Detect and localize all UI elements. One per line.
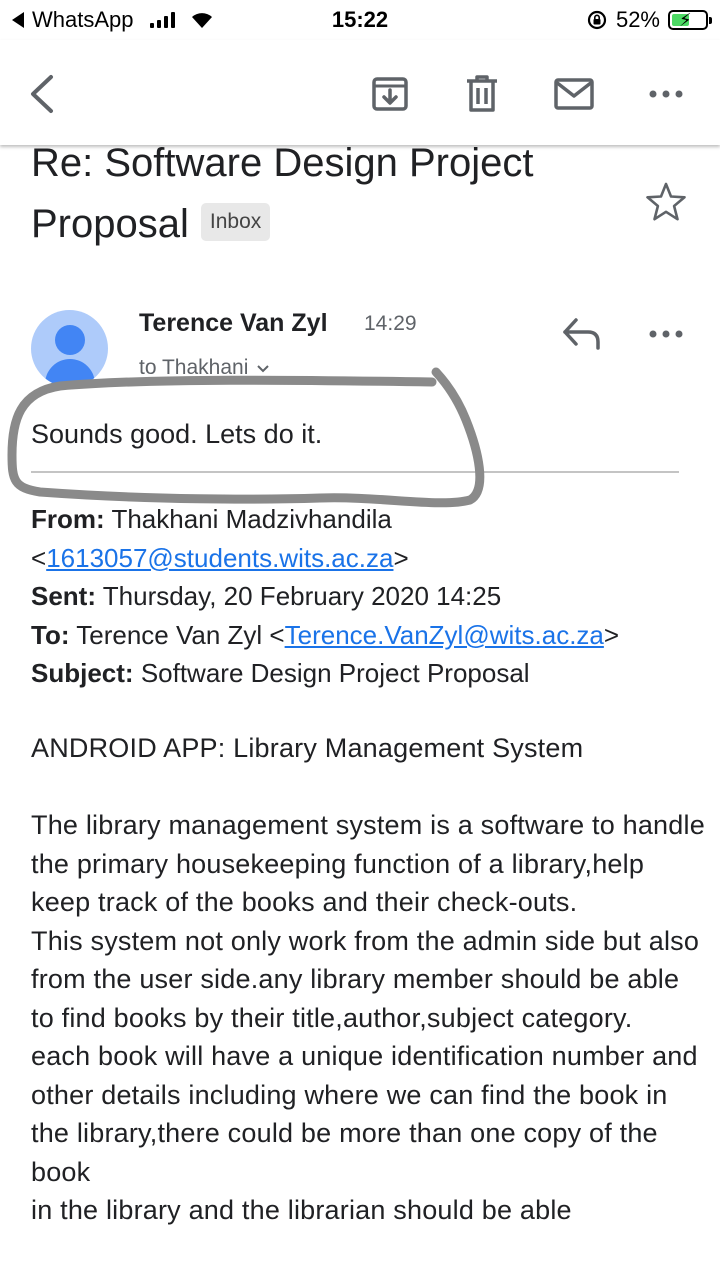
from-email-line: <1613057@students.wits.ac.za> xyxy=(31,542,409,573)
more-options-button[interactable] xyxy=(642,70,690,118)
mail-icon xyxy=(554,78,594,110)
archive-icon xyxy=(372,77,408,111)
message-more-icon[interactable] xyxy=(646,318,688,350)
from-email-link[interactable]: 1613057@students.wits.ac.za xyxy=(46,543,393,573)
from-line: From: Thakhani Madzivhandila xyxy=(31,504,392,534)
inbox-label-badge[interactable]: Inbox xyxy=(200,203,271,242)
delete-button[interactable] xyxy=(458,70,506,118)
email-toolbar xyxy=(0,40,720,145)
sent-time: 14:29 xyxy=(364,312,417,335)
quote-divider xyxy=(31,471,679,473)
body-paragraph: The library management system is a softw… xyxy=(31,810,705,917)
reply-icon[interactable] xyxy=(560,314,604,354)
battery-charging-icon: ⚡ xyxy=(668,10,712,30)
body-paragraph: in the library and the librarian should … xyxy=(31,1195,572,1225)
subject-line: Subject: Software Design Project Proposa… xyxy=(31,658,530,688)
email-subject: Re: Software Design Project Proposal Inbo… xyxy=(31,133,631,255)
battery-percent: 52% xyxy=(615,7,660,32)
trash-icon xyxy=(467,75,497,112)
recipient-text: to Thakhani xyxy=(139,356,249,379)
quoted-header: From: Thakhani Madzivhandila <1613057@st… xyxy=(31,500,706,693)
status-bar: WhatsApp 15:22 52% ⚡ xyxy=(0,0,720,40)
back-button[interactable] xyxy=(18,70,66,118)
email-body: ANDROID APP: Library Management System T… xyxy=(31,729,706,1230)
sender-name[interactable]: Terence Van Zyl xyxy=(139,309,328,338)
recipient-details-toggle[interactable]: to Thakhani xyxy=(139,356,270,380)
back-arrow-icon xyxy=(31,75,53,113)
body-paragraph: each book will have a unique identificat… xyxy=(31,1041,698,1187)
mark-unread-button[interactable] xyxy=(550,70,598,118)
to-line: To: Terence Van Zyl <Terence.VanZyl@wits… xyxy=(31,619,620,650)
archive-button[interactable] xyxy=(366,70,414,118)
to-email-link[interactable]: Terence.VanZyl@wits.ac.za xyxy=(285,620,604,650)
star-icon[interactable] xyxy=(644,180,688,224)
avatar[interactable] xyxy=(31,310,108,387)
chevron-down-icon xyxy=(257,364,270,372)
rotation-lock-icon xyxy=(587,10,607,30)
reply-text: Sounds good. Lets do it. xyxy=(31,419,323,449)
more-icon xyxy=(649,90,683,98)
person-icon xyxy=(55,325,85,355)
subject-text: Re: Software Design Project Proposal xyxy=(31,141,534,246)
body-paragraph: This system not only work from the admin… xyxy=(31,925,700,1033)
body-title: ANDROID APP: Library Management System xyxy=(31,733,584,763)
sent-line: Sent: Thursday, 20 February 2020 14:25 xyxy=(31,581,502,611)
